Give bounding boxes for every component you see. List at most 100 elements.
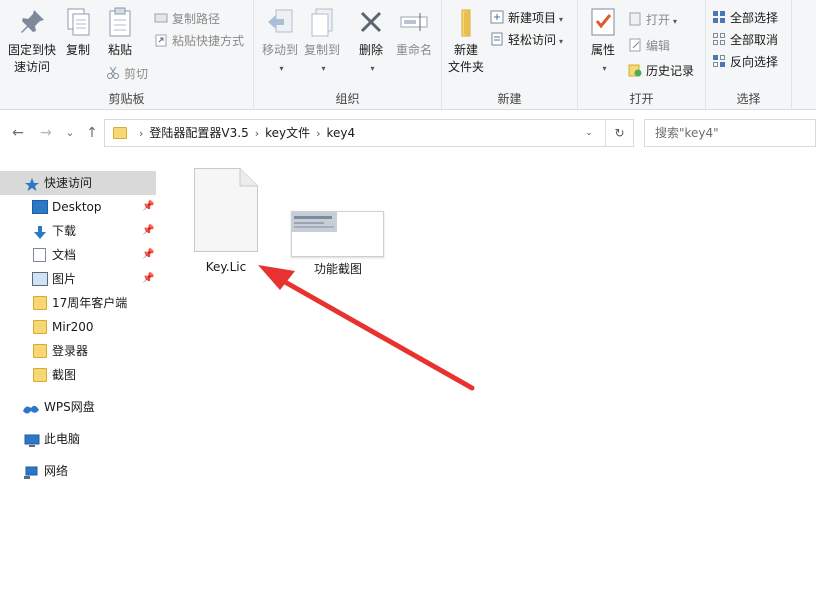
copy-label: 复制	[65, 43, 90, 57]
sidebar-item-label: 网络	[44, 464, 69, 478]
blank-document-icon	[194, 168, 258, 252]
cloud-icon	[22, 400, 39, 414]
address-dropdown-icon[interactable]: ⌄	[575, 120, 603, 146]
sidebar-item-this-pc[interactable]: 此电脑	[0, 427, 156, 451]
sidebar-item-desktop[interactable]: Desktop 📌	[0, 195, 156, 219]
navigation-pane: 快速访问 Desktop 📌 下载 📌 文档 📌 图片 📌 17周年客户端 Mi…	[0, 166, 160, 595]
search-box[interactable]: 搜索"key4"	[644, 119, 816, 147]
properties-text: 属性	[590, 43, 615, 57]
select-group-label: 选择	[736, 92, 761, 106]
sidebar-item-label: 快速访问	[44, 176, 93, 190]
pin-quick-access-button[interactable]: 固定到快 速访问	[4, 6, 60, 76]
new-folder-line2: 文件夹	[447, 60, 484, 74]
breadcrumb-item[interactable]: 登陆器配置器V3.5	[149, 126, 248, 140]
pin-icon	[16, 6, 48, 38]
desktop-icon	[32, 200, 48, 214]
new-item-caret-icon: ▾	[559, 15, 564, 24]
paste-button[interactable]: 粘贴	[102, 6, 138, 59]
breadcrumb-separator-icon: ›	[139, 127, 144, 140]
pin-icon: 📌	[142, 225, 155, 236]
open-group-label: 打开	[629, 92, 654, 106]
breadcrumb: › 登陆器配置器V3.5 › key文件 › key4	[113, 120, 355, 146]
easy-access-caret-icon: ▾	[559, 37, 564, 46]
move-to-icon	[264, 6, 296, 38]
delete-text: 删除	[358, 43, 383, 57]
paste-icon	[104, 6, 136, 38]
properties-button[interactable]: 属性 ▾	[584, 6, 622, 77]
sidebar-item-wps-cloud[interactable]: WPS网盘	[0, 395, 156, 419]
sidebar-item-folder[interactable]: 登录器	[0, 339, 156, 363]
network-icon	[24, 464, 40, 479]
select-all-button[interactable]: 全部选择	[712, 8, 778, 28]
new-folder-line1: 新建	[453, 43, 478, 57]
folder-icon	[33, 296, 47, 310]
sidebar-item-label: 图片	[52, 272, 77, 286]
sidebar-item-label: 文档	[52, 248, 77, 262]
history-button[interactable]: 历史记录	[628, 61, 694, 81]
navigation-bar: ← → ⌄ ↑ › 登陆器配置器V3.5 › key文件 › key4 ⌄ ↻ 搜索"ke…	[0, 110, 816, 156]
copy-path-label: 复制路径	[172, 12, 221, 26]
sidebar-item-label: Desktop	[52, 200, 102, 214]
forward-arrow-icon[interactable]: →	[36, 123, 56, 143]
open-button[interactable]: 打开 ▾	[628, 10, 677, 30]
new-group: 新建 文件夹 新建项目 ▾ 轻松访问 ▾ 新建	[442, 0, 578, 110]
pin-label-line2: 速访问	[13, 60, 50, 74]
sidebar-item-pictures[interactable]: 图片 📌	[0, 267, 156, 291]
pin-label-line1: 固定到快	[7, 43, 56, 57]
copy-path-icon	[154, 11, 168, 25]
file-item-screenshot[interactable]: 功能截图	[278, 156, 398, 286]
organize-group-label: 组织	[335, 92, 360, 106]
new-item-button[interactable]: 新建项目 ▾	[490, 8, 563, 28]
breadcrumb-item[interactable]: key文件	[265, 126, 310, 140]
back-arrow-icon[interactable]: ←	[8, 123, 28, 143]
move-to-text: 移动到	[261, 43, 298, 57]
computer-icon	[24, 432, 40, 447]
properties-label: 属性 ▾	[584, 42, 622, 77]
delete-button[interactable]: 删除 ▾	[354, 6, 388, 77]
sidebar-item-folder[interactable]: 17周年客户端	[0, 291, 156, 315]
copy-button[interactable]: 复制	[62, 6, 94, 59]
file-name: 功能截图	[313, 262, 362, 276]
folder-icon	[33, 368, 47, 382]
edit-button[interactable]: 编辑	[628, 36, 670, 56]
refresh-icon[interactable]: ↻	[605, 120, 633, 146]
copy-to-button[interactable]: 复制到 ▾	[302, 6, 342, 77]
star-icon	[24, 176, 40, 191]
address-bar[interactable]: › 登陆器配置器V3.5 › key文件 › key4 ⌄ ↻	[104, 119, 634, 147]
breadcrumb-item[interactable]: key4	[327, 126, 356, 140]
sidebar-item-documents[interactable]: 文档 📌	[0, 243, 156, 267]
cut-button[interactable]: 剪切	[106, 64, 148, 84]
sidebar-item-folder[interactable]: 截图	[0, 363, 156, 387]
copy-to-text: 复制到	[303, 43, 340, 57]
organize-group: 移动到 ▾ 复制到 ▾ 删除 ▾ 重命名 组织	[254, 0, 442, 110]
sidebar-item-label: WPS网盘	[44, 400, 95, 414]
paste-shortcut-button[interactable]: 粘贴快捷方式	[154, 31, 244, 51]
sidebar-item-downloads[interactable]: 下载 📌	[0, 219, 156, 243]
select-none-label: 全部取消	[730, 33, 779, 47]
pin-icon: 📌	[142, 201, 155, 212]
edit-icon	[628, 38, 642, 52]
document-icon	[33, 248, 46, 262]
properties-icon	[587, 6, 619, 38]
folder-icon	[113, 127, 127, 139]
sidebar-item-network[interactable]: 网络	[0, 459, 156, 483]
clipboard-group: 固定到快 速访问 复制 粘贴 复制路径 粘贴快捷方式 剪切 剪贴板	[0, 0, 254, 110]
recent-locations-icon[interactable]: ⌄	[60, 123, 80, 143]
delete-caret-icon: ▾	[370, 64, 375, 73]
select-none-button[interactable]: 全部取消	[712, 30, 778, 50]
new-folder-button[interactable]: 新建 文件夹	[446, 6, 486, 76]
easy-access-button[interactable]: 轻松访问 ▾	[490, 30, 563, 50]
search-placeholder: 搜索"key4"	[655, 126, 719, 140]
select-all-icon	[712, 10, 726, 24]
sidebar-item-label: 登录器	[52, 344, 89, 358]
download-icon	[32, 224, 48, 239]
sidebar-item-quick-access[interactable]: 快速访问	[0, 171, 156, 195]
rename-button[interactable]: 重命名	[392, 6, 436, 59]
rename-icon	[398, 6, 430, 38]
open-group: 属性 ▾ 打开 ▾ 编辑 历史记录 打开	[578, 0, 706, 110]
up-arrow-icon[interactable]: ↑	[82, 123, 102, 143]
copy-path-button[interactable]: 复制路径	[154, 9, 220, 29]
move-to-button[interactable]: 移动到 ▾	[260, 6, 300, 77]
invert-selection-button[interactable]: 反向选择	[712, 52, 778, 72]
sidebar-item-folder[interactable]: Mir200	[0, 315, 156, 339]
